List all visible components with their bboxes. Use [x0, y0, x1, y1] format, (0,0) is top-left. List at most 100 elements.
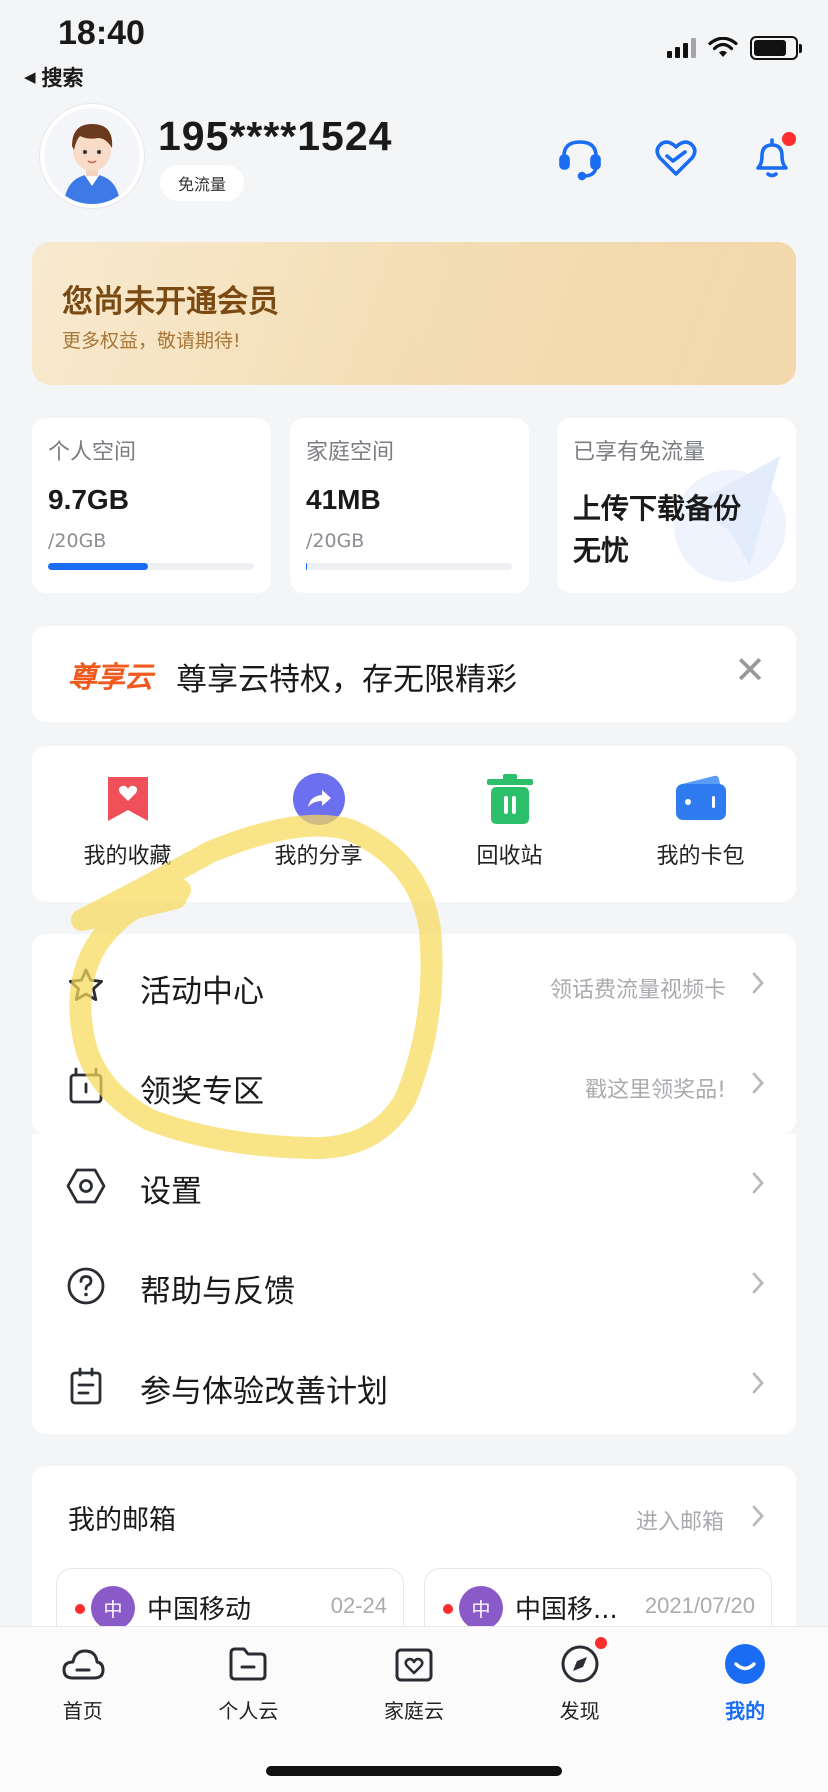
battery-icon: [750, 36, 802, 60]
shortcut-grid: 我的收藏 我的分享 回收站 我的卡包: [32, 746, 796, 902]
unread-dot: [75, 1604, 85, 1614]
shortcut-recycle-bin-label: 回收站: [476, 844, 543, 869]
mail-date: 02-24: [330, 1593, 387, 1618]
mail-date: 2021/07/20: [644, 1593, 755, 1618]
mailbox-title: 我的邮箱: [68, 1505, 176, 1536]
settings-group: 设置: [32, 1134, 796, 1234]
premium-cloud-promo[interactable]: 尊享云 尊享云特权，存无限精彩 ✕: [32, 626, 796, 722]
settings-hexagon-icon: [66, 1166, 106, 1206]
activity-list-group: 活动中心 领话费流量视频卡 领奖专区 戳这里领奖品!: [32, 934, 796, 1134]
chevron-right-icon: [752, 1372, 764, 1394]
personal-space-progress: [48, 563, 254, 570]
mail-sender-avatar: 中: [459, 1586, 503, 1630]
list-item-settings[interactable]: 设置: [32, 1134, 796, 1234]
cloud-icon: [60, 1641, 106, 1687]
notification-dot: [782, 132, 796, 146]
help-feedback-title: 帮助与反馈: [140, 1274, 295, 1310]
unread-dot: [443, 1604, 453, 1614]
free-traffic-badge: 免流量: [160, 165, 245, 201]
close-icon[interactable]: ✕: [734, 650, 766, 690]
home-indicator: [266, 1766, 562, 1776]
experience-group: 参与体验改善计划: [32, 1334, 796, 1434]
settings-title: 设置: [140, 1174, 202, 1210]
shortcut-card-wallet-label: 我的卡包: [656, 844, 745, 869]
wifi-icon: [708, 37, 738, 57]
shortcut-recycle-bin[interactable]: 回收站: [414, 746, 605, 902]
user-phone-number: 195****1524: [158, 113, 393, 159]
membership-banner[interactable]: 您尚未开通会员 更多权益，敬请期待!: [32, 242, 796, 385]
free-traffic-label: 已享有免流量: [573, 440, 706, 465]
tab-home-label: 首页: [62, 1699, 103, 1723]
open-mailbox-link[interactable]: 进入邮箱: [636, 1504, 724, 1536]
trash-icon: [483, 772, 537, 826]
family-space-used: 41MB: [306, 484, 381, 515]
tab-discover-label: 发现: [559, 1699, 600, 1723]
experience-program-title: 参与体验改善计划: [140, 1374, 388, 1410]
mail-sender: 中国移动: [147, 1595, 252, 1625]
shortcut-shares-label: 我的分享: [274, 844, 363, 869]
help-group: 帮助与反馈: [32, 1234, 796, 1334]
free-traffic-text: 上传下载备份无忧: [573, 492, 742, 567]
list-item-activity-center[interactable]: 活动中心 领话费流量视频卡: [32, 934, 796, 1034]
list-item-experience-program[interactable]: 参与体验改善计划: [32, 1334, 796, 1434]
prize-zone-hint: 戳这里领奖品!: [585, 1078, 726, 1103]
membership-subtitle: 更多权益，敬请期待!: [62, 330, 241, 352]
prize-zone-title: 领奖专区: [140, 1074, 264, 1110]
personal-space-card[interactable]: 个人空间 9.7GB /20GB: [32, 418, 271, 593]
family-heart-icon: [391, 1641, 437, 1687]
free-traffic-card[interactable]: 已享有免流量 上传下载备份无忧: [557, 418, 796, 593]
wallet-icon: [674, 772, 728, 826]
membership-title: 您尚未开通会员: [62, 284, 279, 320]
chevron-right-icon: [752, 1272, 764, 1294]
personal-space-used: 9.7GB: [48, 484, 129, 515]
family-space-progress: [306, 563, 512, 570]
heart-favorite-icon[interactable]: [652, 134, 700, 182]
premium-cloud-logo: 尊享云: [68, 660, 153, 694]
back-label: 搜索: [41, 66, 84, 90]
status-time: 18:40: [58, 14, 145, 52]
activity-center-hint: 领话费流量视频卡: [549, 978, 726, 1003]
avatar[interactable]: [40, 104, 144, 208]
activity-center-title: 活动中心: [140, 974, 264, 1010]
bookmark-heart-icon: [101, 772, 155, 826]
star-icon: [66, 966, 106, 1006]
cellular-signal-icon: [667, 38, 696, 58]
shortcut-favorites-label: 我的收藏: [83, 844, 172, 869]
personal-space-label: 个人空间: [48, 440, 137, 465]
shortcut-shares[interactable]: 我的分享: [223, 746, 414, 902]
chevron-right-icon: [752, 972, 764, 994]
chevron-right-icon: [752, 1172, 764, 1194]
folder-icon: [225, 1641, 271, 1687]
back-triangle-icon: ◀: [24, 68, 36, 86]
family-space-label: 家庭空间: [306, 440, 395, 465]
discover-badge-dot: [594, 1637, 607, 1649]
tab-me[interactable]: 我的: [662, 1627, 828, 1792]
status-icons: [667, 36, 802, 60]
family-space-card[interactable]: 家庭空间 41MB /20GB: [290, 418, 529, 593]
tab-me-label: 我的: [725, 1699, 766, 1723]
family-space-total: /20GB: [306, 530, 365, 552]
tab-family-cloud-label: 家庭云: [383, 1699, 444, 1723]
profile-smile-icon: [722, 1641, 768, 1687]
promo-text: 尊享云特权，存无限精彩: [176, 662, 517, 698]
clipboard-icon: [66, 1366, 106, 1406]
share-icon: [292, 772, 346, 826]
list-item-help-feedback[interactable]: 帮助与反馈: [32, 1234, 796, 1334]
help-circle-icon: [66, 1266, 106, 1306]
compass-icon: [557, 1637, 607, 1687]
list-item-prize-zone[interactable]: 领奖专区 戳这里领奖品!: [32, 1034, 796, 1134]
personal-space-total: /20GB: [48, 530, 107, 552]
shortcut-card-wallet[interactable]: 我的卡包: [605, 746, 796, 902]
mail-sender: 中国移...: [515, 1595, 618, 1625]
mail-sender-avatar: 中: [91, 1586, 135, 1630]
back-to-search-link[interactable]: ◀ 搜索: [24, 62, 84, 92]
shortcut-favorites[interactable]: 我的收藏: [32, 746, 223, 902]
tab-personal-cloud-label: 个人云: [218, 1699, 279, 1723]
tab-home[interactable]: 首页: [0, 1627, 166, 1792]
customer-service-headset-icon[interactable]: [556, 134, 604, 182]
avatar-illustration-icon: [44, 108, 140, 204]
notification-bell-icon[interactable]: [748, 132, 796, 182]
chevron-right-icon: [752, 1072, 764, 1094]
gift-box-icon: [66, 1066, 106, 1106]
chevron-right-icon[interactable]: [748, 1502, 768, 1530]
